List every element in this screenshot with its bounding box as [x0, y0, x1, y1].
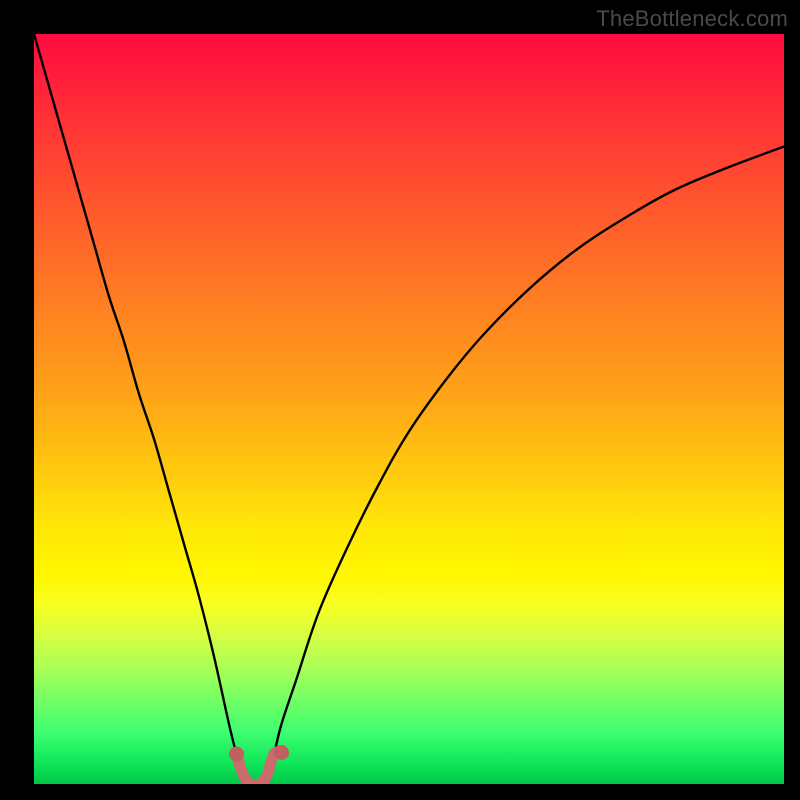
bottleneck-curve	[34, 34, 784, 784]
optimal-band-end-dot	[274, 745, 289, 760]
optimal-band-highlight	[229, 745, 289, 784]
watermark-text: TheBottleneck.com	[596, 6, 788, 32]
optimal-band-start-dot	[229, 747, 244, 762]
bottleneck-curve-path	[34, 34, 784, 784]
chart-frame: TheBottleneck.com	[0, 0, 800, 800]
chart-plot-area	[34, 34, 784, 784]
chart-svg	[34, 34, 784, 784]
